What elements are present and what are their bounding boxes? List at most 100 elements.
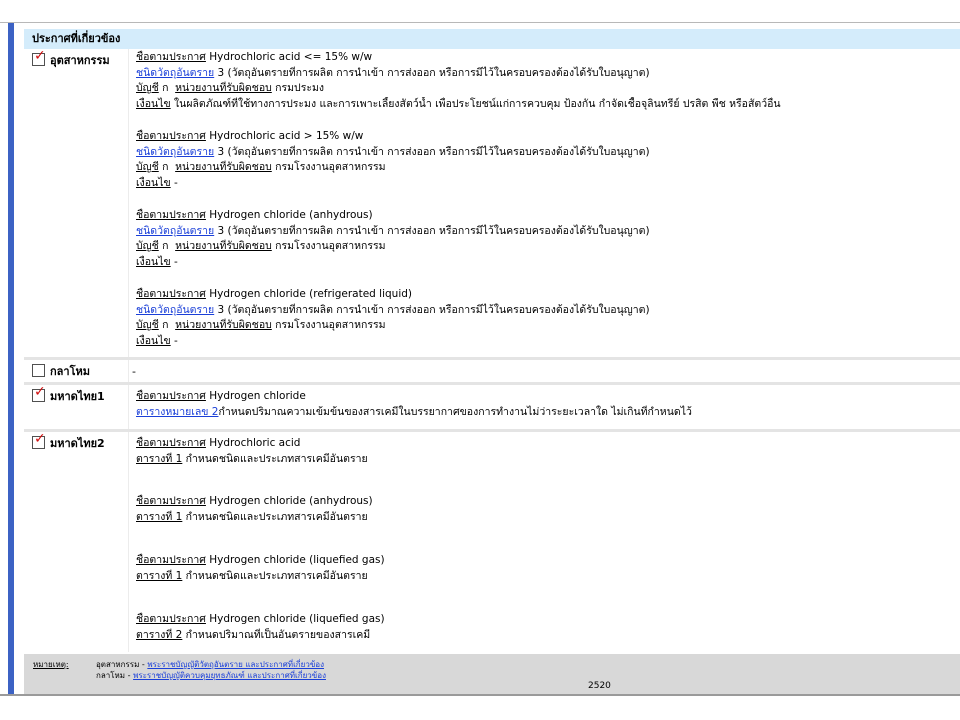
interior-1-entries: ชื่อตามประกาศ Hydrogen chloride ตารางหมา… xyxy=(136,385,960,420)
list-value: ก xyxy=(162,82,169,94)
bottom-divider xyxy=(0,694,960,696)
entry: ชื่อตามประกาศ Hydrogen chloride (liquefi… xyxy=(136,553,960,612)
condition-label: เงื่อนไข xyxy=(136,334,171,347)
chemical-name: Hydrogen chloride (anhydrous) xyxy=(209,495,373,507)
industry-entries: ชื่อตามประกาศ Hydrochloric acid <= 15% w… xyxy=(136,49,960,353)
condition-label: เงื่อนไข xyxy=(136,176,171,189)
condition-label: เงื่อนไข xyxy=(136,97,171,110)
list-value: ก xyxy=(162,161,169,173)
condition-text: - xyxy=(174,334,178,347)
section-title: ประกาศที่เกี่ยวข้อง xyxy=(24,29,960,49)
hazard-type-link[interactable]: ชนิดวัตถุอันตราย xyxy=(136,304,214,316)
table-text: กำหนดปริมาณความเข้มข้นของสารเคมีในบรรยาก… xyxy=(218,405,692,418)
agency-label: หน่วยงานที่รับผิดชอบ xyxy=(175,82,272,94)
checkmark-icon: ✓ xyxy=(34,384,46,400)
interior-2-checkbox[interactable]: ✓ xyxy=(32,432,46,449)
chemical-name: Hydrogen chloride (liquefied gas) xyxy=(209,613,385,625)
hazard-type-text: 3 (วัตถุอันตรายที่การผลิต การนำเข้า การส… xyxy=(217,145,650,158)
chemical-name: Hydrochloric acid <= 15% w/w xyxy=(209,51,373,63)
category-interior-1-label: ✓ มหาดไทย1 xyxy=(32,385,136,405)
notes-line-2: กลาโหม - พระราชบัญญัติควบคุมยุทธภัณฑ์ แล… xyxy=(96,670,326,681)
table-link[interactable]: ตารางหมายเลข 2 xyxy=(136,406,219,418)
notes-line-3-partial: 2520 xyxy=(588,681,611,691)
condition-text: - xyxy=(174,176,178,189)
chemical-name: Hydrogen chloride (anhydrous) xyxy=(209,209,373,221)
table-text: กำหนดชนิดและประเภทสารเคมีอันตราย xyxy=(185,452,368,465)
chemical-name: Hydrochloric acid xyxy=(209,437,301,449)
entry: ชื่อตามประกาศ Hydrochloric acid > 15% w/… xyxy=(136,129,960,208)
hazard-type-link[interactable]: ชนิดวัตถุอันตราย xyxy=(136,146,214,158)
category-industry-label: ✓ อุตสาหกรรม xyxy=(32,49,136,69)
name-label: ชื่อตามประกาศ xyxy=(136,51,206,63)
defense-label-text: กลาโหม xyxy=(50,365,90,378)
agency-value: กรมโรงงานอุตสาหกรรม xyxy=(275,319,386,331)
list-label: บัญชี xyxy=(136,161,159,173)
top-divider xyxy=(0,22,960,23)
entry: ชื่อตามประกาศ Hydrogen chloride (anhydro… xyxy=(136,494,960,553)
entry: ชื่อตามประกาศ Hydrogen chloride ตารางหมา… xyxy=(136,389,960,420)
column-divider xyxy=(128,432,129,652)
chemical-name: Hydrogen chloride xyxy=(209,390,306,402)
name-label: ชื่อตามประกาศ xyxy=(136,209,206,221)
category-defense-label: กลาโหม xyxy=(32,364,136,380)
list-label: บัญชี xyxy=(136,319,159,331)
column-divider xyxy=(128,385,129,429)
left-accent-bar xyxy=(8,23,14,695)
defense-checkbox[interactable] xyxy=(32,364,45,377)
notes-line-1-prefix: อุตสาหกรรม - xyxy=(96,660,145,669)
interior-2-label-text: มหาดไทย2 xyxy=(50,437,105,450)
category-interior-2: ✓ มหาดไทย2 ชื่อตามประกาศ Hydrochloric aci… xyxy=(24,429,960,652)
interior-1-checkbox[interactable]: ✓ xyxy=(32,385,46,402)
name-label: ชื่อตามประกาศ xyxy=(136,613,206,625)
entry: ชื่อตามประกาศ Hydrochloric acid <= 15% w… xyxy=(136,50,960,129)
table-text: กำหนดชนิดและประเภทสารเคมีอันตราย xyxy=(185,569,368,582)
entry: ชื่อตามประกาศ Hydrogen chloride (liquefi… xyxy=(136,612,960,643)
list-value: ก xyxy=(162,319,169,331)
agency-value: กรมโรงงานอุตสาหกรรม xyxy=(275,161,386,173)
chemical-name: Hydrochloric acid > 15% w/w xyxy=(209,130,364,142)
entry: ชื่อตามประกาศ Hydrogen chloride (anhydro… xyxy=(136,208,960,287)
table-label: ตารางที่ 1 xyxy=(136,510,183,523)
empty-value: - xyxy=(132,365,136,378)
name-label: ชื่อตามประกาศ xyxy=(136,390,206,402)
condition-text: - xyxy=(174,255,178,268)
notes-line-1: อุตสาหกรรม - พระราชบัญญัติวัตถุอันตราย แ… xyxy=(96,659,324,670)
entry: ชื่อตามประกาศ Hydrochloric acid ตารางที่… xyxy=(136,436,960,494)
notes-line-2-prefix: กลาโหม - xyxy=(96,671,131,680)
notes-section: หมายเหตุ: อุตสาหกรรม - พระราชบัญญัติวัตถ… xyxy=(24,654,960,694)
list-label: บัญชี xyxy=(136,240,159,252)
agency-value: กรมประมง xyxy=(275,82,325,94)
hazard-type-link[interactable]: ชนิดวัตถุอันตราย xyxy=(136,67,214,79)
hazard-type-link[interactable]: ชนิดวัตถุอันตราย xyxy=(136,225,214,237)
category-defense: กลาโหม - xyxy=(24,357,960,382)
hazardous-substances-act-link[interactable]: พระราชบัญญัติวัตถุอันตราย และประกาศที่เก… xyxy=(147,660,324,669)
table-label: ตารางที่ 1 xyxy=(136,569,183,582)
condition-label: เงื่อนไข xyxy=(136,255,171,268)
defense-entries: - xyxy=(132,360,960,382)
page: ประกาศที่เกี่ยวข้อง ✓ อุตสาหกรรม ชื่อตามป… xyxy=(0,0,960,720)
hazard-type-text: 3 (วัตถุอันตรายที่การผลิต การนำเข้า การส… xyxy=(217,224,650,237)
hazard-type-text: 3 (วัตถุอันตรายที่การผลิต การนำเข้า การส… xyxy=(217,66,650,79)
name-label: ชื่อตามประกาศ xyxy=(136,554,206,566)
hazard-type-text: 3 (วัตถุอันตรายที่การผลิต การนำเข้า การส… xyxy=(217,303,650,316)
table-text: กำหนดปริมาณที่เป็นอันตรายของสารเคมี xyxy=(185,628,371,641)
related-announcements-panel: ประกาศที่เกี่ยวข้อง ✓ อุตสาหกรรม ชื่อตามป… xyxy=(24,29,960,694)
checkmark-icon: ✓ xyxy=(34,48,46,64)
category-interior-1: ✓ มหาดไทย1 ชื่อตามประกาศ Hydrogen chlorid… xyxy=(24,382,960,429)
table-label: ตารางที่ 1 xyxy=(136,452,183,465)
interior-1-label-text: มหาดไทย1 xyxy=(50,390,105,403)
chemical-name: Hydrogen chloride (liquefied gas) xyxy=(209,554,385,566)
interior-2-entries: ชื่อตามประกาศ Hydrochloric acid ตารางที่… xyxy=(136,432,960,643)
agency-label: หน่วยงานที่รับผิดชอบ xyxy=(175,319,272,331)
industry-checkbox[interactable]: ✓ xyxy=(32,49,46,66)
table-label: ตารางที่ 2 xyxy=(136,628,183,641)
list-label: บัญชี xyxy=(136,82,159,94)
agency-value: กรมโรงงานอุตสาหกรรม xyxy=(275,240,386,252)
name-label: ชื่อตามประกาศ xyxy=(136,130,206,142)
entry: ชื่อตามประกาศ Hydrogen chloride (refrige… xyxy=(136,287,960,353)
name-label: ชื่อตามประกาศ xyxy=(136,288,206,300)
column-divider xyxy=(128,49,129,357)
list-value: ก xyxy=(162,240,169,252)
arms-control-act-link[interactable]: พระราชบัญญัติควบคุมยุทธภัณฑ์ และประกาศที… xyxy=(133,671,326,680)
name-label: ชื่อตามประกาศ xyxy=(136,495,206,507)
